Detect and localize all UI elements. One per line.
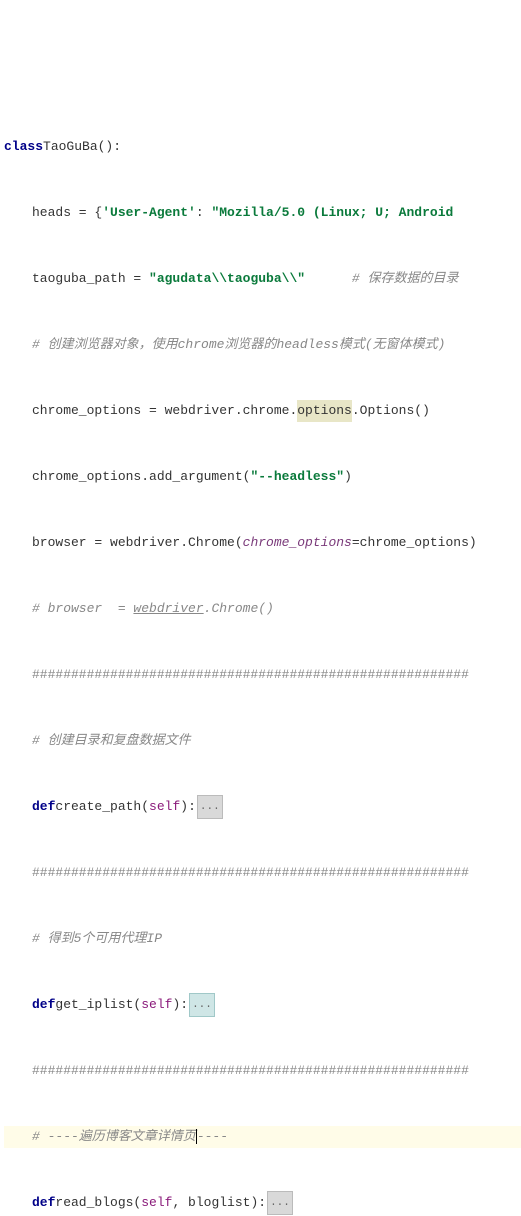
code-line: heads = {'User-Agent': "Mozilla/5.0 (Lin… [4,202,521,224]
comment: # 创建目录和复盘数据文件 [32,730,191,752]
code-fold[interactable]: ... [197,795,223,819]
text: =chrome_options) [352,532,477,554]
code-line: # 创建浏览器对象，使用chrome浏览器的headless模式(无窗体模式) [4,334,521,356]
punc: (): [98,136,121,158]
divider-comment: ########################################… [32,664,469,686]
keyword-def: def [32,796,55,818]
code-line: class TaoGuBa(): [4,136,521,158]
self-param: self [141,1192,172,1214]
string: "agudata\\taoguba\\" [149,268,305,290]
divider-comment: ########################################… [32,1060,469,1082]
self-param: self [141,994,172,1016]
code-line: # 创建目录和复盘数据文件 [4,730,521,752]
code-fold[interactable]: ... [267,1191,293,1215]
code-editor[interactable]: class TaoGuBa(): heads = {'User-Agent': … [0,88,521,1216]
code-line: chrome_options = webdriver.chrome.option… [4,400,521,422]
text: taoguba_path = [32,268,149,290]
param: chrome_options [243,532,352,554]
code-line: def create_path(self):... [4,796,521,818]
code-line: browser = webdriver.Chrome(chrome_option… [4,532,521,554]
string: "--headless" [250,466,344,488]
class-name: TaoGuBa [43,136,98,158]
divider-comment: ########################################… [32,862,469,884]
keyword-def: def [32,994,55,1016]
function-name: read_blogs [55,1192,133,1214]
code-line: # browser = webdriver.Chrome() [4,598,521,620]
code-line: # 得到5个可用代理IP [4,928,521,950]
function-name: create_path [55,796,141,818]
comment: # 得到5个可用代理IP [32,928,162,950]
comment: # ----遍历博客文章详情页---- [32,1126,228,1148]
code-line: ########################################… [4,1060,521,1082]
code-line: def read_blogs(self, bloglist):... [4,1192,521,1214]
comment: # 保存数据的目录 [352,268,459,290]
code-line: chrome_options.add_argument("--headless"… [4,466,521,488]
text: heads = { [32,202,102,224]
code-fold[interactable]: ... [189,993,215,1017]
text: chrome_options = webdriver.chrome. [32,400,297,422]
string: 'User-Agent' [102,202,196,224]
string: "Mozilla/5.0 (Linux; U; Android [211,202,453,224]
text: chrome_options.add_argument( [32,466,250,488]
keyword-def: def [32,1192,55,1214]
code-line: ########################################… [4,664,521,686]
function-name: get_iplist [55,994,133,1016]
keyword-class: class [4,136,43,158]
code-line: def get_iplist(self):... [4,994,521,1016]
text: ) [344,466,352,488]
code-line: ########################################… [4,862,521,884]
highlighted-text: options [297,400,352,422]
code-line: # ----遍历博客文章详情页---- [4,1126,521,1148]
comment: # 创建浏览器对象，使用chrome浏览器的headless模式(无窗体模式) [32,334,445,356]
code-line: taoguba_path = "agudata\\taoguba\\" # 保存… [4,268,521,290]
self-param: self [149,796,180,818]
text: browser = webdriver.Chrome( [32,532,243,554]
comment: # browser = webdriver.Chrome() [32,598,274,620]
text: : [196,202,212,224]
text: .Options() [352,400,430,422]
